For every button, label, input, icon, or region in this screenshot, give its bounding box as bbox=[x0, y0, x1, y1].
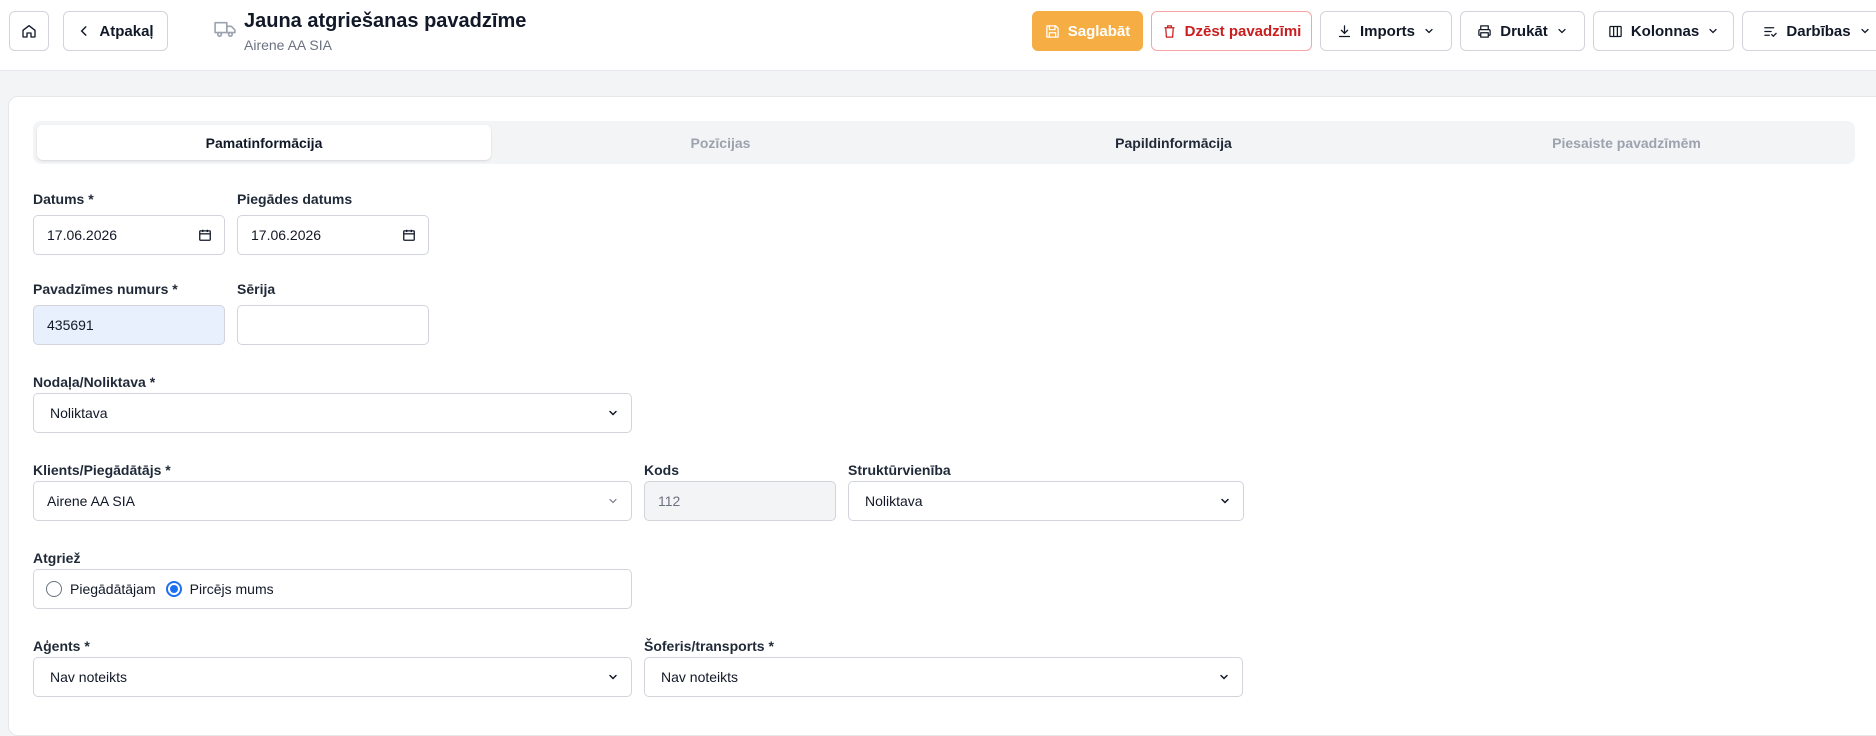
invoice-number-value: 435691 bbox=[47, 317, 94, 333]
code-label: Kods bbox=[644, 462, 679, 478]
page-subtitle: Airene AA SIA bbox=[244, 37, 332, 53]
home-button[interactable] bbox=[9, 11, 49, 51]
page-title: Jauna atgriešanas pavadzīme bbox=[244, 10, 527, 32]
columns-button-label: Kolonnas bbox=[1630, 22, 1700, 40]
chevron-down-icon bbox=[1860, 28, 1869, 34]
actions-button-label: Darbības bbox=[1786, 22, 1851, 40]
columns-button[interactable]: Kolonnas bbox=[1593, 11, 1734, 51]
chevron-down-icon bbox=[609, 498, 617, 504]
driver-label: Šoferis/transports * bbox=[644, 638, 774, 654]
tab-positions[interactable]: Pozīcijas bbox=[496, 125, 945, 160]
driver-select[interactable]: Nav noteikts bbox=[644, 657, 1243, 697]
delivery-date-label: Piegādes datums bbox=[237, 191, 353, 207]
invoice-number-input[interactable]: 435691 bbox=[33, 305, 225, 345]
invoice-number-label: Pavadzīmes numurs * bbox=[33, 281, 178, 297]
agent-select[interactable]: Nav noteikts bbox=[33, 657, 632, 697]
chevron-left-icon bbox=[81, 26, 87, 36]
delete-invoice-label: Dzēst pavadzīmi bbox=[1184, 22, 1302, 40]
tab-additional-info[interactable]: Papildinformācija bbox=[949, 125, 1398, 160]
structural-unit-value: Noliktava bbox=[865, 493, 923, 509]
chevron-down-icon bbox=[1425, 28, 1433, 34]
radio-buyer[interactable]: Pircējs mums bbox=[165, 581, 274, 597]
home-icon bbox=[22, 25, 36, 38]
chevron-down-icon bbox=[1558, 28, 1566, 34]
series-label: Sērija bbox=[237, 281, 276, 297]
floppy-disk-icon bbox=[1045, 24, 1059, 38]
save-button[interactable]: Saglabāt bbox=[1032, 11, 1143, 51]
columns-icon bbox=[1609, 25, 1622, 37]
client-combobox[interactable]: Airene AA SIA bbox=[33, 481, 632, 521]
truck-icon bbox=[214, 21, 236, 38]
print-button[interactable]: Drukāt bbox=[1460, 11, 1585, 51]
agent-label: Aģents * bbox=[33, 638, 90, 654]
calendar-icon bbox=[403, 229, 415, 241]
code-input: 112 bbox=[644, 481, 836, 521]
radio-buyer-label: Pircējs mums bbox=[189, 581, 274, 597]
driver-value: Nav noteikts bbox=[661, 669, 739, 685]
import-button[interactable]: Imports bbox=[1320, 11, 1452, 51]
import-button-label: Imports bbox=[1359, 22, 1415, 40]
print-button-label: Drukāt bbox=[1500, 22, 1548, 40]
tab-bar: Pamatinformācija Pozīcijas Papildinformā… bbox=[33, 121, 1855, 164]
agent-value: Nav noteikts bbox=[50, 669, 128, 685]
structural-unit-select[interactable]: Noliktava bbox=[848, 481, 1244, 521]
delivery-date-input[interactable]: 17.06.2026 bbox=[237, 215, 429, 255]
chevron-down-icon bbox=[609, 410, 617, 416]
back-button[interactable]: Atpakaļ bbox=[63, 11, 168, 51]
department-value: Noliktava bbox=[50, 405, 108, 421]
chevron-down-icon bbox=[1220, 674, 1228, 680]
radio-supplier-control[interactable] bbox=[46, 581, 62, 597]
tab-basic-info[interactable]: Pamatinformācija bbox=[37, 125, 491, 160]
radio-buyer-control[interactable] bbox=[165, 581, 182, 597]
chevron-down-icon bbox=[609, 674, 617, 680]
tab-invoice-links[interactable]: Piesaiste pavadzīmēm bbox=[1402, 125, 1851, 160]
structural-unit-label: Struktūrvienība bbox=[848, 462, 951, 478]
actions-button[interactable]: Darbības bbox=[1742, 11, 1876, 51]
code-value: 112 bbox=[658, 493, 681, 509]
top-bar: Atpakaļ Jauna atgriešanas pavadzīme Aire… bbox=[0, 0, 1876, 71]
radio-supplier-label: Piegādātājam bbox=[70, 581, 156, 597]
chevron-down-icon bbox=[1709, 28, 1717, 34]
printer-icon bbox=[1478, 24, 1491, 38]
calendar-icon bbox=[199, 229, 211, 241]
returns-radio-group: Piegādātājam Pircējs mums bbox=[33, 569, 632, 609]
date-label: Datums * bbox=[33, 191, 94, 207]
trash-icon bbox=[1164, 24, 1175, 38]
list-check-icon bbox=[1764, 26, 1778, 37]
delete-invoice-button[interactable]: Dzēst pavadzīmi bbox=[1151, 11, 1312, 51]
department-select[interactable]: Noliktava bbox=[33, 393, 632, 433]
date-input[interactable]: 17.06.2026 bbox=[33, 215, 225, 255]
back-button-label: Atpakaļ bbox=[99, 22, 154, 40]
radio-supplier[interactable]: Piegādātājam bbox=[46, 581, 156, 597]
department-label: Nodaļa/Noliktava * bbox=[33, 374, 156, 390]
series-input[interactable] bbox=[237, 305, 429, 345]
save-button-label: Saglabāt bbox=[1067, 22, 1131, 40]
returns-label: Atgriež bbox=[33, 550, 81, 566]
client-value: Airene AA SIA bbox=[47, 493, 135, 509]
client-label: Klients/Piegādātājs * bbox=[33, 462, 171, 478]
chevron-down-icon bbox=[1221, 498, 1229, 504]
download-icon bbox=[1338, 24, 1351, 37]
